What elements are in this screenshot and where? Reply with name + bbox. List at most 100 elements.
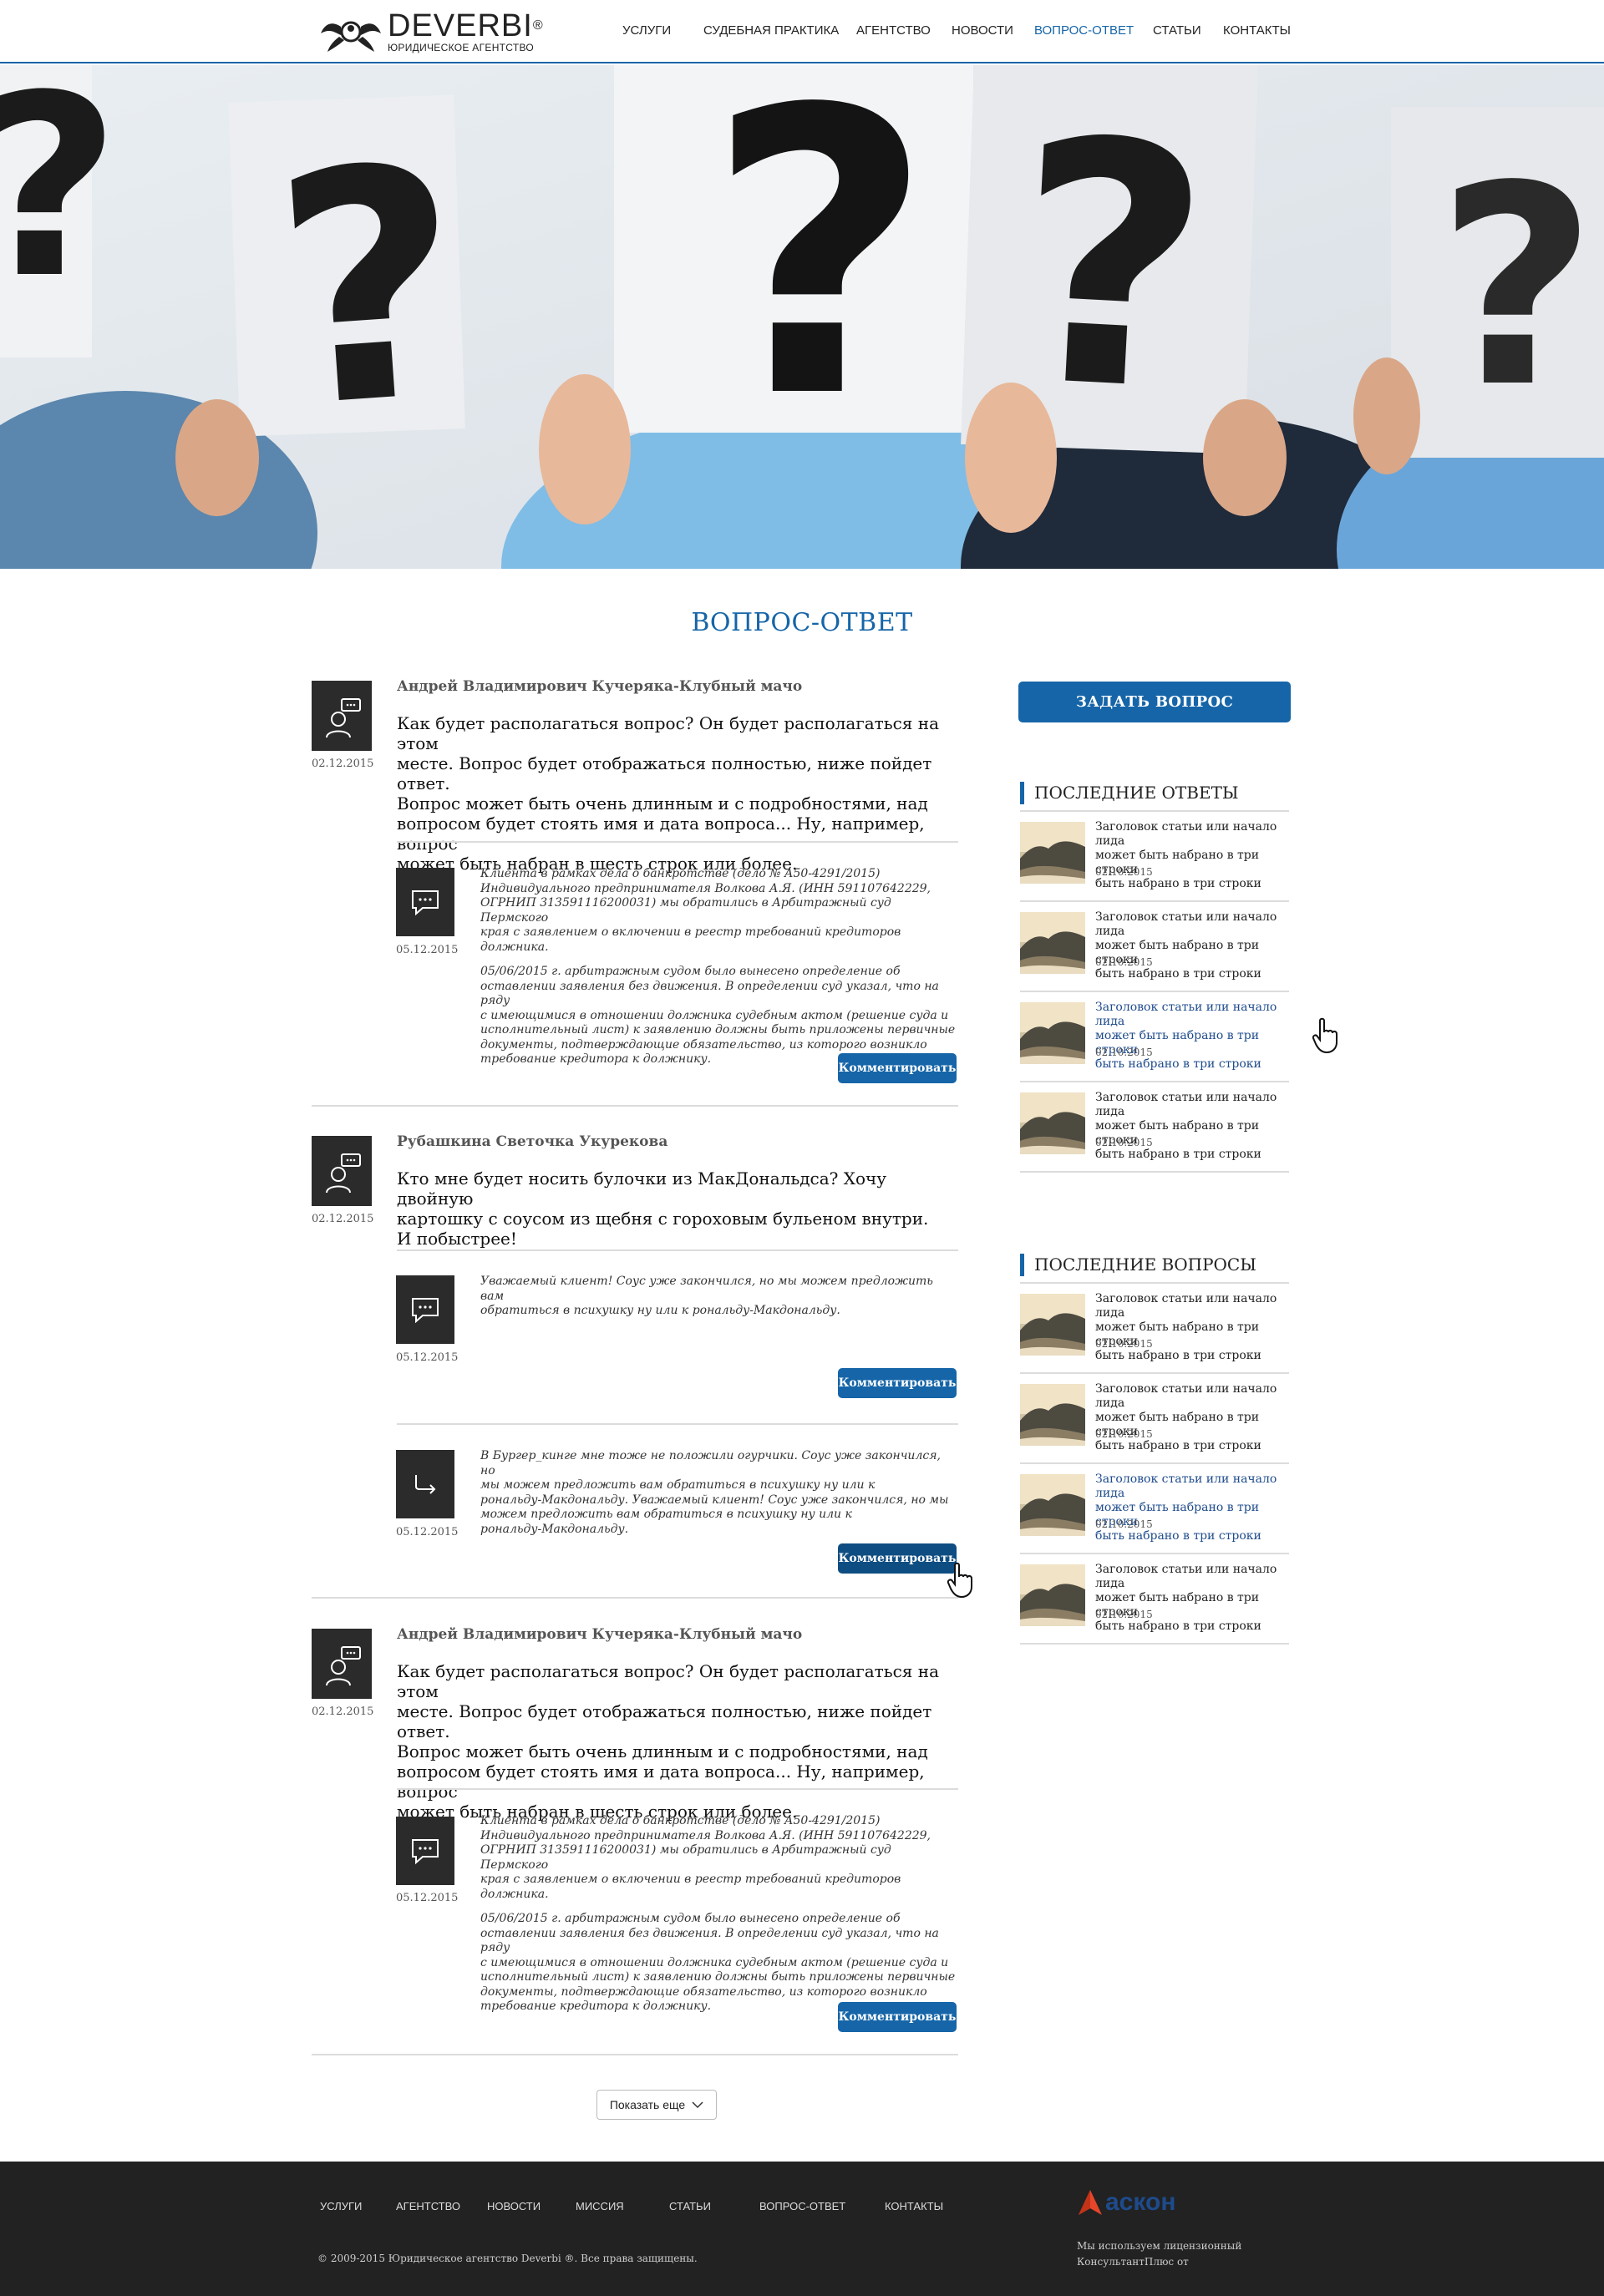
- user-question-icon: [312, 1629, 372, 1699]
- askon-logo[interactable]: аскон: [1077, 2188, 1175, 2217]
- nav-agency[interactable]: АГЕНТСТВО: [856, 23, 931, 38]
- divider: [1020, 1643, 1289, 1645]
- hand-cursor-icon: [947, 1562, 972, 1599]
- speech-bubble-icon: [396, 1817, 454, 1885]
- divider: [397, 1788, 958, 1790]
- hero-image: ? ? ? ? ?: [0, 65, 1604, 569]
- answer-text: Клиента в рамках дела о банкротстве (дел…: [480, 1814, 956, 2013]
- question-text: Как будет располагаться вопрос? Он будет…: [397, 1661, 940, 1822]
- comment-button[interactable]: Комментировать: [838, 1053, 957, 1083]
- askon-mark-icon: [1079, 2190, 1102, 2215]
- article-date: 02.10.2015: [1095, 1428, 1153, 1440]
- divider: [397, 841, 958, 843]
- article-thumbnail[interactable]: [1020, 1002, 1085, 1064]
- article-thumbnail[interactable]: [1020, 1474, 1085, 1536]
- footer-nav-agency[interactable]: АГЕНТСТВО: [396, 2200, 460, 2212]
- question-text: Как будет располагаться вопрос? Он будет…: [397, 713, 940, 874]
- article-title[interactable]: Заголовок статьи или начало лида может бы…: [1095, 910, 1296, 981]
- answer-date: 05.12.2015: [396, 944, 459, 956]
- footer-nav-news[interactable]: НОВОСТИ: [487, 2200, 541, 2212]
- divider: [312, 2054, 958, 2055]
- article-title[interactable]: Заголовок статьи или начало лида может бы…: [1095, 1563, 1296, 1634]
- recent-questions-heading: ПОСЛЕДНИЕ ВОПРОСЫ: [1020, 1254, 1289, 1276]
- answer-date: 05.12.2015: [396, 1892, 459, 1904]
- hero-question-signs-illustration: ? ? ? ? ?: [0, 65, 1604, 569]
- divider: [397, 1423, 958, 1425]
- speech-bubble-icon: [396, 868, 454, 936]
- askon-logo-text: аскон: [1105, 2188, 1176, 2216]
- article-title[interactable]: Заголовок статьи или начало лида может бы…: [1095, 1001, 1296, 1072]
- article-thumbnail[interactable]: [1020, 1384, 1085, 1446]
- comment-button[interactable]: Комментировать: [838, 2002, 957, 2032]
- site-footer: УСЛУГИ АГЕНТСТВО НОВОСТИ МИССИЯ СТАТЬИ В…: [0, 2162, 1604, 2296]
- svg-text:?: ?: [1437, 127, 1596, 448]
- main-nav: УСЛУГИ СУДЕБНАЯ ПРАКТИКА АГЕНТСТВО НОВОС…: [0, 0, 1604, 63]
- question-author: Андрей Владимирович Кучеряка-Клубный мач…: [397, 678, 803, 695]
- footer-nav-mission[interactable]: МИССИЯ: [576, 2200, 624, 2212]
- nav-qa[interactable]: ВОПРОС-ОТВЕТ: [1034, 23, 1134, 38]
- comment-button[interactable]: Комментировать: [838, 1368, 957, 1398]
- hand-cursor-icon: [1312, 1017, 1338, 1054]
- footer-nav-qa[interactable]: ВОПРОС-ОТВЕТ: [759, 2200, 845, 2212]
- footer-nav-contacts[interactable]: КОНТАКТЫ: [885, 2200, 943, 2212]
- page-title: ВОПРОС-ОТВЕТ: [691, 608, 913, 637]
- question-text: Кто мне будет носить булочки из МакДонал…: [397, 1168, 929, 1249]
- footer-nav-articles[interactable]: СТАТЬИ: [669, 2200, 711, 2212]
- svg-text:?: ?: [706, 65, 934, 484]
- article-date: 02.10.2015: [1095, 1338, 1153, 1350]
- speech-bubble-icon: [396, 1275, 454, 1344]
- article-title[interactable]: Заголовок статьи или начало лида может бы…: [1095, 820, 1296, 891]
- footer-nav-services[interactable]: УСЛУГИ: [320, 2200, 362, 2212]
- sidebar-article-item[interactable]: Заголовок статьи или начало лида может бы…: [1020, 1082, 1289, 1173]
- svg-text:?: ?: [265, 97, 475, 479]
- article-title[interactable]: Заголовок статьи или начало лида может бы…: [1095, 1091, 1296, 1162]
- show-more-label: Показать еще: [609, 2098, 686, 2111]
- site-header: DEVERBI® ЮРИДИЧЕСКОЕ АГЕНТСТВО УСЛУГИ СУ…: [0, 0, 1604, 63]
- svg-text:?: ?: [0, 65, 120, 333]
- article-date: 02.10.2015: [1095, 1137, 1153, 1148]
- show-more-button[interactable]: Показать еще: [596, 2090, 717, 2120]
- article-date: 02.10.2015: [1095, 956, 1153, 968]
- nav-services[interactable]: УСЛУГИ: [622, 23, 671, 38]
- sidebar-article-item[interactable]: Заголовок статьи или начало лида может бы…: [1020, 1374, 1289, 1464]
- answer-text: Клиента в рамках дела о банкротстве (дел…: [480, 867, 956, 1066]
- article-thumbnail[interactable]: [1020, 822, 1085, 884]
- sidebar-article-item[interactable]: Заголовок статьи или начало лида может бы…: [1020, 902, 1289, 992]
- article-title[interactable]: Заголовок статьи или начало лида может бы…: [1095, 1382, 1296, 1453]
- question-date: 02.12.2015: [312, 1706, 374, 1718]
- question-author: Андрей Владимирович Кучеряка-Клубный мач…: [397, 1626, 803, 1643]
- article-thumbnail[interactable]: [1020, 1092, 1085, 1154]
- article-title[interactable]: Заголовок статьи или начало лида может бы…: [1095, 1292, 1296, 1363]
- user-question-icon: [312, 1136, 372, 1206]
- nav-court-practice[interactable]: СУДЕБНАЯ ПРАКТИКА: [703, 23, 839, 38]
- article-thumbnail[interactable]: [1020, 1564, 1085, 1626]
- divider: [312, 1597, 958, 1599]
- answer-date: 05.12.2015: [396, 1526, 459, 1538]
- article-thumbnail[interactable]: [1020, 912, 1085, 974]
- answer-text: Уважаемый клиент! Соус уже закончился, н…: [480, 1275, 933, 1317]
- sidebar-article-item[interactable]: Заголовок статьи или начало лида может бы…: [1020, 812, 1289, 902]
- article-date: 02.10.2015: [1095, 1518, 1153, 1530]
- nav-news[interactable]: НОВОСТИ: [952, 23, 1013, 38]
- nav-articles[interactable]: СТАТЬИ: [1153, 23, 1201, 38]
- chevron-down-icon: [692, 2101, 703, 2109]
- divider: [1020, 1171, 1289, 1173]
- article-thumbnail[interactable]: [1020, 1294, 1085, 1356]
- comment-button[interactable]: Комментировать: [838, 1543, 957, 1574]
- answer-date: 05.12.2015: [396, 1351, 459, 1364]
- copyright: © 2009-2015 Юридическое агентство Deverb…: [317, 2253, 698, 2264]
- license-note: Мы используем лицензионный КонсультантПлю…: [1077, 2240, 1242, 2268]
- sidebar-article-item[interactable]: Заголовок статьи или начало лида может бы…: [1020, 1554, 1289, 1645]
- sidebar-article-item[interactable]: Заголовок статьи или начало лида может бы…: [1020, 1464, 1289, 1554]
- question-date: 02.12.2015: [312, 758, 374, 770]
- recent-answers-heading: ПОСЛЕДНИЕ ОТВЕТЫ: [1020, 782, 1289, 804]
- divider: [397, 1249, 958, 1251]
- reply-arrow-icon: [396, 1450, 454, 1518]
- article-title[interactable]: Заголовок статьи или начало лида может бы…: [1095, 1472, 1296, 1543]
- sidebar-article-item[interactable]: Заголовок статьи или начало лида может бы…: [1020, 992, 1289, 1082]
- ask-question-button[interactable]: ЗАДАТЬ ВОПРОС: [1018, 682, 1291, 722]
- question-date: 02.12.2015: [312, 1213, 374, 1225]
- sidebar-article-item[interactable]: Заголовок статьи или начало лида может бы…: [1020, 1284, 1289, 1374]
- nav-contacts[interactable]: КОНТАКТЫ: [1223, 23, 1291, 38]
- article-date: 02.10.2015: [1095, 1609, 1153, 1620]
